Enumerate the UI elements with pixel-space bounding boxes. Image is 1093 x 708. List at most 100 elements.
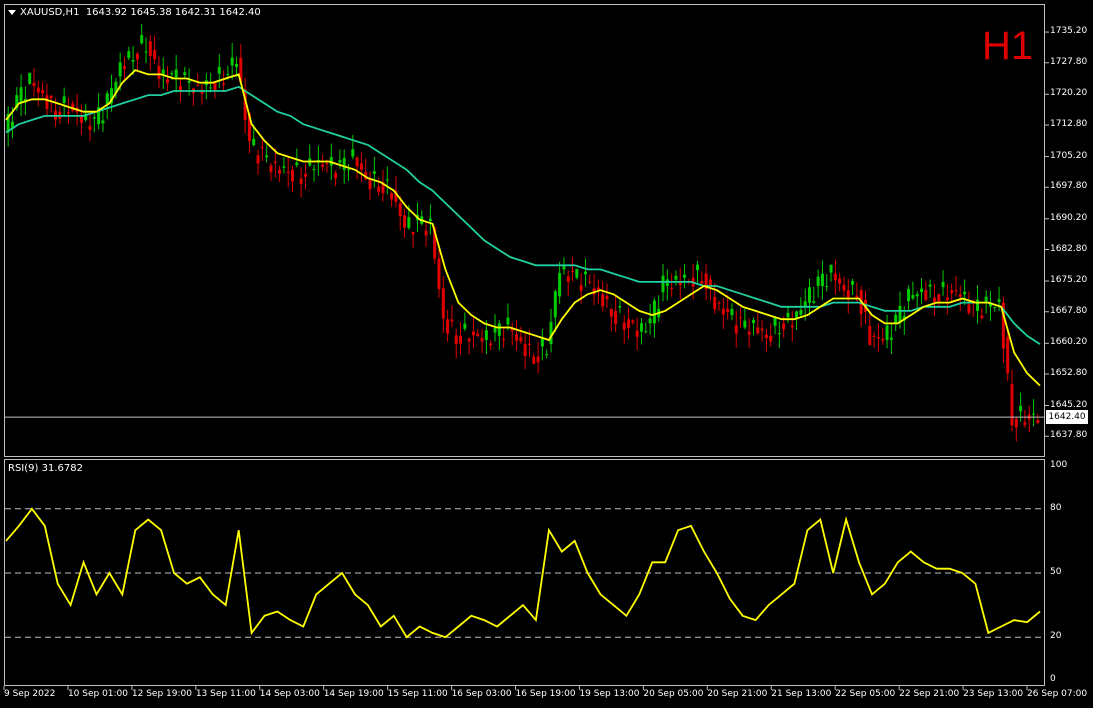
candle-body	[213, 82, 217, 91]
candle-body	[575, 268, 579, 278]
rsi-label: RSI(9) 31.6782	[8, 463, 83, 474]
candle-body	[334, 172, 338, 179]
time-tick-label: 26 Sep 07:00	[1027, 689, 1088, 699]
candle-body	[825, 286, 829, 288]
candle-body	[88, 125, 92, 131]
candle-body	[140, 35, 144, 44]
candle-body	[661, 275, 665, 293]
candle-body	[463, 323, 467, 329]
candle-body	[816, 276, 820, 286]
candle-body	[842, 284, 846, 291]
candle-body	[963, 291, 967, 295]
price-tick-label: 1705.20	[1050, 150, 1088, 161]
candle-body	[730, 308, 734, 316]
candle-body	[101, 120, 105, 124]
candle-body	[954, 290, 958, 292]
rsi-tick-label: 0	[1050, 674, 1056, 684]
candle-body	[829, 264, 833, 273]
price-tick-label: 1652.80	[1050, 367, 1088, 378]
candle-body	[260, 147, 264, 149]
candle-body	[558, 272, 562, 297]
candle-body	[157, 66, 161, 79]
candle-body	[105, 93, 109, 105]
candle-body	[777, 333, 781, 335]
candle-body	[980, 315, 984, 319]
price-tick-label: 1675.20	[1050, 275, 1088, 286]
candle-body	[256, 155, 260, 164]
candle-body	[786, 312, 790, 318]
candle-body	[536, 356, 540, 363]
candle-body	[450, 319, 454, 322]
candle-body	[700, 281, 704, 284]
candle-body	[295, 162, 299, 166]
candle-body	[135, 53, 139, 60]
candle-body	[489, 343, 493, 346]
candle-body	[428, 218, 432, 222]
candle-body	[459, 335, 463, 344]
candle-body	[523, 344, 527, 357]
time-tick-label: 16 Sep 03:00	[451, 689, 512, 699]
candle-body	[976, 299, 980, 311]
candle-body	[153, 49, 157, 60]
candle-body	[170, 72, 174, 74]
price-tick-label: 1645.20	[1050, 399, 1088, 410]
candle-body	[782, 323, 786, 330]
candle-body	[79, 116, 83, 123]
time-tick-label: 15 Sep 11:00	[387, 689, 448, 699]
candle-body	[726, 309, 730, 312]
candle-body	[437, 258, 441, 290]
ohlc-values: 1643.92 1645.38 1642.31 1642.40	[85, 7, 261, 18]
candle-body	[631, 320, 635, 323]
candle-body	[605, 296, 609, 300]
price-tick-label: 1712.80	[1050, 119, 1088, 130]
candle-body	[377, 186, 381, 192]
time-tick-label: 14 Sep 19:00	[323, 689, 384, 699]
candle-body	[209, 87, 213, 89]
rsi-tick-label: 100	[1050, 460, 1068, 470]
candle-body	[312, 169, 316, 171]
candle-body	[928, 284, 932, 287]
time-tick-label: 19 Sep 13:00	[579, 689, 640, 699]
candle-body	[670, 288, 674, 290]
price-tick-label: 1735.20	[1050, 26, 1088, 37]
moving-average-fast-line	[5, 69, 1041, 387]
timeframe-label: H1	[982, 24, 1034, 68]
candle-body	[166, 79, 170, 84]
candle-body	[467, 338, 471, 342]
candle-body	[997, 299, 1001, 302]
candle-body	[915, 294, 919, 297]
candle-body	[566, 276, 570, 282]
candle-body	[127, 51, 131, 58]
time-tick-label: 20 Sep 21:00	[707, 689, 768, 699]
candle-body	[760, 328, 764, 331]
candle-body	[614, 310, 618, 324]
candle-body	[385, 179, 389, 181]
candle-body	[889, 337, 893, 340]
candle-body	[269, 165, 273, 173]
candle-body	[984, 296, 988, 303]
symbol-info: XAUUSD,H1	[20, 7, 80, 18]
candle-body	[1010, 384, 1014, 426]
candle-body	[1019, 405, 1023, 412]
price-tick-label: 1727.80	[1050, 56, 1088, 67]
current-price-tag: 1642.40	[1046, 410, 1088, 425]
price-tick-label: 1720.20	[1050, 88, 1088, 99]
time-tick-label: 9 Sep 2022	[4, 689, 56, 699]
candle-body	[519, 337, 523, 342]
chart-canvas	[3, 24, 1049, 690]
candle-body	[838, 278, 842, 284]
dropdown-triangle-icon[interactable]	[8, 9, 16, 15]
candle-body	[398, 203, 402, 217]
candle-body	[471, 331, 475, 336]
time-tick-label: 12 Sep 19:00	[131, 689, 192, 699]
price-tick-label: 1682.80	[1050, 243, 1088, 254]
candle-body	[303, 173, 307, 177]
candle-body	[609, 308, 613, 317]
candle-body	[713, 296, 717, 310]
candle-body	[721, 308, 725, 315]
candle-body	[454, 335, 458, 345]
candle-body	[196, 85, 200, 87]
candle-body	[635, 330, 639, 337]
candle-body	[342, 158, 346, 170]
candle-body	[407, 217, 411, 228]
